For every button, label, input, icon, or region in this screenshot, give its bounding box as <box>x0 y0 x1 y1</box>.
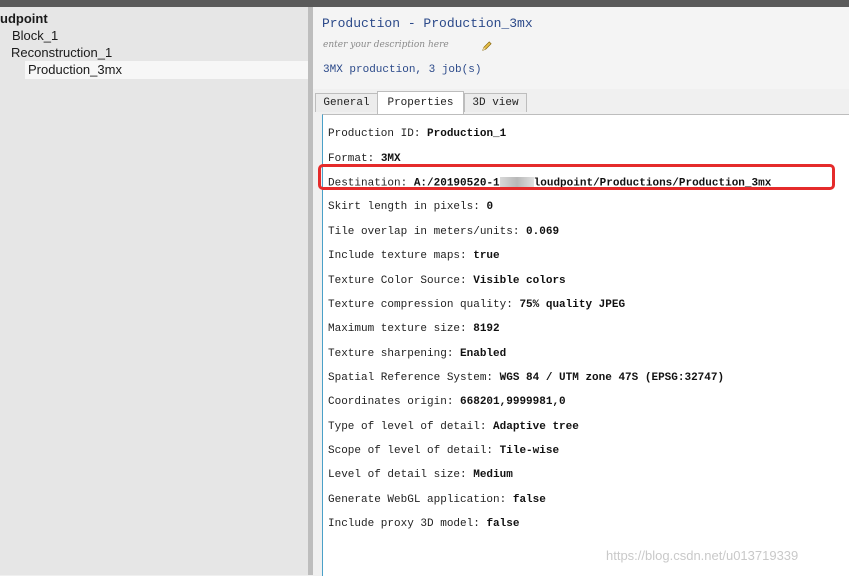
watermark: https://blog.csdn.net/u013719339 <box>606 548 799 563</box>
prop-include-texture: Include texture maps: true <box>328 250 500 262</box>
prop-lod-scope: Scope of level of detail: Tile-wise <box>328 445 560 457</box>
tab-general[interactable]: General <box>315 93 378 112</box>
prop-spatial-reference: Spatial Reference System: WGS 84 / UTM z… <box>328 372 725 384</box>
tree-item-production-selected[interactable]: Production_3mx <box>25 61 309 79</box>
destination-highlight-box <box>318 164 835 190</box>
production-detail-panel: Production - Production_3mx enter your d… <box>313 7 849 576</box>
tree-item-reconstruction[interactable]: Reconstruction_1 <box>11 44 112 62</box>
page-title: Production - Production_3mx <box>322 16 533 31</box>
prop-proxy-model: Include proxy 3D model: false <box>328 518 520 530</box>
prop-tile-overlap: Tile overlap in meters/units: 0.069 <box>328 226 560 238</box>
edit-pencil-icon[interactable] <box>481 41 492 52</box>
prop-max-texture-size: Maximum texture size: 8192 <box>328 323 500 335</box>
prop-production-id: Production ID: Production_1 <box>328 128 507 140</box>
prop-webgl: Generate WebGL application: false <box>328 494 546 506</box>
tab-properties[interactable]: Properties <box>377 91 464 114</box>
tab-3d-view[interactable]: 3D view <box>464 93 527 112</box>
tab-bar: General Properties 3D view <box>313 91 849 115</box>
prop-texture-sharpening: Texture sharpening: Enabled <box>328 348 507 360</box>
production-summary: 3MX production, 3 job(s) <box>323 64 482 76</box>
prop-texture-compression: Texture compression quality: 75% quality… <box>328 299 626 311</box>
tree-item-root[interactable]: udpoint <box>0 10 48 28</box>
tree-item-block[interactable]: Block_1 <box>12 27 58 45</box>
project-tree-panel: udpoint Block_1 Reconstruction_1 Product… <box>0 7 309 575</box>
prop-coordinates-origin: Coordinates origin: 668201,9999981,0 <box>328 396 566 408</box>
prop-texture-color-source: Texture Color Source: Visible colors <box>328 275 566 287</box>
window-title-bar <box>0 0 849 7</box>
prop-skirt-length: Skirt length in pixels: 0 <box>328 201 494 213</box>
description-field[interactable]: enter your description here <box>323 40 449 50</box>
production-header: Production - Production_3mx enter your d… <box>313 7 849 89</box>
prop-lod-size: Level of detail size: Medium <box>328 469 513 481</box>
prop-lod-type: Type of level of detail: Adaptive tree <box>328 421 579 433</box>
